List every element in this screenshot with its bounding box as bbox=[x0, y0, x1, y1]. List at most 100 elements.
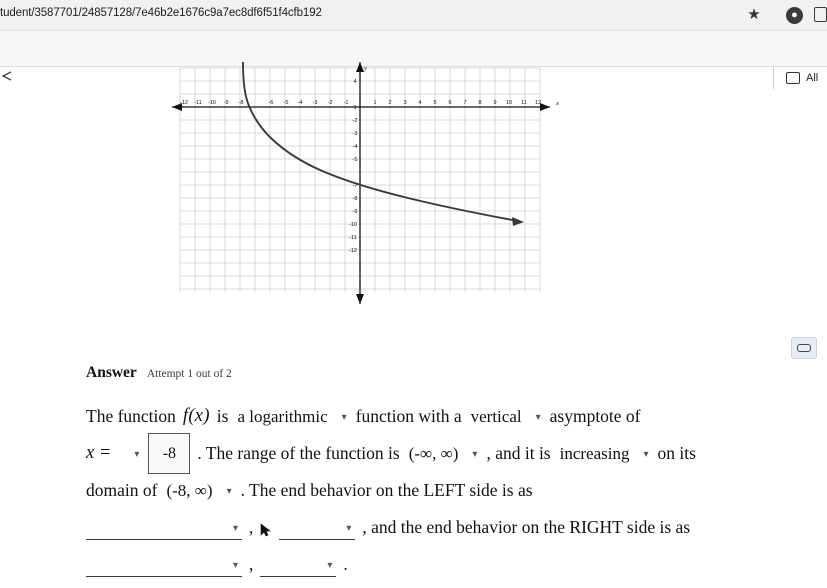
statement-line-1: The function f(x) is a logarithmic ▾ fun… bbox=[86, 398, 806, 435]
period-end: . bbox=[343, 554, 348, 574]
right-end-behavior-y-dropdown[interactable]: ▾ bbox=[260, 552, 337, 577]
problem-statement: The function f(x) is a logarithmic ▾ fun… bbox=[86, 398, 806, 583]
domain-dropdown[interactable]: (-8, ∞) ▾ bbox=[164, 471, 233, 510]
text-right-end-behavior: , and the end behavior on the RIGHT side… bbox=[362, 517, 691, 537]
comma-2: , bbox=[249, 554, 254, 574]
url-text: tudent/3587701/24857128/7e46b2e1676c9a7e… bbox=[0, 7, 322, 19]
svg-text:-3: -3 bbox=[313, 100, 318, 106]
svg-text:-4: -4 bbox=[353, 144, 358, 150]
x-equals-label: x = bbox=[86, 443, 112, 463]
comment-icon[interactable] bbox=[791, 337, 817, 359]
mouse-cursor-icon bbox=[260, 522, 272, 537]
chevron-down-icon: ▾ bbox=[232, 559, 238, 571]
svg-text:-12: -12 bbox=[349, 248, 357, 254]
text-asymptote-of: asymptote of bbox=[549, 406, 641, 426]
svg-text:-5: -5 bbox=[353, 157, 358, 163]
back-arrow-icon[interactable] bbox=[0, 71, 14, 81]
svg-text:-1: -1 bbox=[344, 100, 349, 106]
svg-text:2: 2 bbox=[388, 100, 391, 106]
range-dropdown[interactable]: (-∞, ∞) ▾ bbox=[407, 434, 480, 473]
statement-line-4: ▾ , ▾ , and the end behavior on the RIGH… bbox=[86, 509, 806, 546]
x-operator-dropdown[interactable]: ▾ bbox=[118, 434, 141, 473]
x-axis-arrow bbox=[540, 103, 550, 111]
svg-text:11: 11 bbox=[521, 100, 527, 106]
domain-value: (-8, ∞) bbox=[166, 481, 213, 500]
svg-text:-2: -2 bbox=[328, 100, 333, 106]
function-type-dropdown[interactable]: a logarithmic ▾ bbox=[235, 397, 348, 436]
svg-text:-11: -11 bbox=[194, 100, 202, 106]
svg-text:-2: -2 bbox=[353, 118, 358, 124]
y-axis-arrow-up bbox=[356, 62, 364, 72]
range-value: (-∞, ∞) bbox=[408, 444, 459, 463]
function-notation: f(x) bbox=[182, 406, 210, 426]
monotonicity-dropdown[interactable]: increasing ▾ bbox=[558, 434, 651, 473]
attempt-counter: Attempt 1 out of 2 bbox=[146, 368, 232, 380]
logarithmic-function-graph: -12 -11 -10 -9 -8 -6 -5 -4 -3 -2 -1 1 2 … bbox=[172, 61, 559, 304]
svg-text:10: 10 bbox=[506, 100, 512, 106]
browser-url-bar[interactable]: tudent/3587701/24857128/7e46b2e1676c9a7e… bbox=[0, 0, 827, 31]
svg-text:-12: -12 bbox=[180, 100, 188, 106]
svg-text:-5: -5 bbox=[284, 100, 289, 106]
svg-text:3: 3 bbox=[403, 100, 406, 106]
chevron-down-icon: ▾ bbox=[346, 522, 352, 534]
svg-text:4: 4 bbox=[353, 79, 356, 85]
svg-text:8: 8 bbox=[478, 100, 481, 106]
bookmark-bar-label: All bbox=[806, 72, 819, 84]
left-end-behavior-y-dropdown[interactable]: ▾ bbox=[279, 515, 356, 540]
svg-text:-8: -8 bbox=[353, 196, 358, 202]
asymptote-type-value: vertical bbox=[470, 407, 522, 426]
chevron-down-icon: ▾ bbox=[134, 449, 140, 460]
y-axis-label: y bbox=[363, 65, 367, 72]
svg-text:-6: -6 bbox=[269, 100, 274, 106]
statement-line-5: ▾ , ▾ . bbox=[86, 546, 806, 583]
star-icon[interactable]: ★ bbox=[746, 7, 762, 23]
svg-text:-10: -10 bbox=[208, 100, 216, 106]
bookmark-folder-icon[interactable] bbox=[786, 72, 800, 84]
comma-1: , bbox=[249, 517, 254, 537]
chevron-down-icon: ▾ bbox=[327, 559, 333, 571]
answer-label: Answer bbox=[86, 364, 137, 381]
chevron-down-icon: ▾ bbox=[472, 449, 478, 460]
browser-chrome: tudent/3587701/24857128/7e46b2e1676c9a7e… bbox=[0, 0, 827, 89]
svg-text:-9: -9 bbox=[353, 209, 358, 215]
monotonicity-value: increasing bbox=[559, 444, 630, 463]
svg-text:-11: -11 bbox=[349, 235, 357, 241]
text-is: is bbox=[216, 406, 229, 426]
chevron-down-icon: ▾ bbox=[226, 486, 232, 497]
svg-text:5: 5 bbox=[433, 100, 436, 106]
text-left-end-behavior: . The end behavior on the LEFT side is a… bbox=[240, 480, 533, 500]
statement-line-3: domain of (-8, ∞) ▾ . The end behavior o… bbox=[86, 472, 806, 509]
svg-text:12: 12 bbox=[535, 100, 541, 106]
text-the-function: The function bbox=[86, 406, 176, 426]
svg-text:-3: -3 bbox=[353, 131, 358, 137]
svg-text:-10: -10 bbox=[349, 222, 357, 228]
chevron-down-icon: ▾ bbox=[535, 412, 541, 423]
right-end-behavior-x-dropdown[interactable]: ▾ bbox=[86, 552, 242, 577]
answer-header: Answer Attempt 1 out of 2 bbox=[86, 364, 232, 382]
svg-text:1: 1 bbox=[353, 105, 356, 111]
graph-figure: -12 -11 -10 -9 -8 -6 -5 -4 -3 -2 -1 1 2 … bbox=[150, 60, 570, 310]
svg-text:-4: -4 bbox=[298, 100, 303, 106]
svg-text:4: 4 bbox=[418, 100, 421, 106]
chevron-down-icon: ▾ bbox=[643, 449, 649, 460]
chevron-down-icon: ▾ bbox=[232, 522, 238, 534]
statement-line-2: x = ▾ -8 . The range of the function is … bbox=[86, 433, 806, 474]
x-axis-label: x bbox=[555, 100, 559, 107]
asymptote-value-input[interactable]: -8 bbox=[148, 433, 191, 474]
text-range-of-function: . The range of the function is bbox=[197, 443, 400, 463]
text-domain-of: domain of bbox=[86, 480, 158, 500]
profile-avatar-icon[interactable]: ● bbox=[786, 7, 803, 24]
function-curve bbox=[242, 61, 519, 222]
asymptote-type-dropdown[interactable]: vertical ▾ bbox=[469, 397, 543, 436]
left-end-behavior-x-dropdown[interactable]: ▾ bbox=[86, 515, 242, 540]
svg-text:1: 1 bbox=[373, 100, 376, 106]
text-on-its: on its bbox=[657, 443, 696, 463]
svg-text:-9: -9 bbox=[224, 100, 229, 106]
browser-menu-icon[interactable] bbox=[814, 7, 827, 22]
curve-arrow bbox=[512, 217, 524, 226]
text-and-it-is: , and it is bbox=[486, 443, 551, 463]
text-function-with-a: function with a bbox=[355, 406, 462, 426]
chevron-down-icon: ▾ bbox=[341, 412, 347, 423]
y-axis-arrow-down bbox=[356, 294, 364, 304]
toolbar-divider bbox=[773, 67, 774, 89]
